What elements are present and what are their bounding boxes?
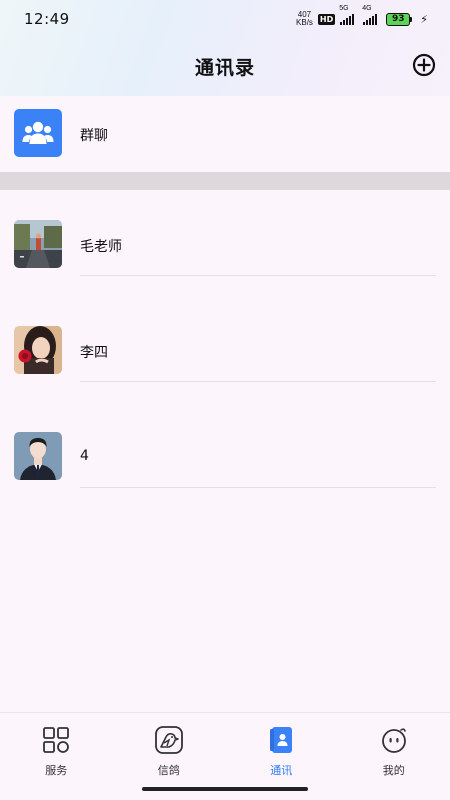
section-separator	[0, 172, 450, 190]
signal-5g-icon: 5G	[339, 5, 355, 25]
status-time: 12:49	[24, 10, 70, 28]
network-speed-unit: KB/s	[296, 18, 313, 27]
nav-label: 服务	[45, 764, 68, 777]
contact-row[interactable]: 李四	[0, 296, 450, 402]
man-in-suit-avatar	[14, 432, 62, 480]
grid-icon	[43, 727, 70, 753]
pigeon-icon	[154, 726, 183, 754]
signal-5g-label: 5G	[339, 4, 349, 12]
network-speed: 407 KB/s	[296, 11, 313, 27]
bolt-icon: ⚡	[420, 12, 428, 26]
title-bar: 通讯录	[0, 44, 450, 88]
hd-badge: HD	[317, 13, 336, 25]
nav-item-services[interactable]: 服务	[0, 713, 113, 784]
battery-icon: 93	[386, 12, 413, 26]
nav-item-contacts[interactable]: 通讯	[225, 713, 338, 784]
nav-label: 通讯	[270, 764, 293, 777]
contact-row[interactable]: 毛老师	[0, 190, 450, 296]
nav-label: 我的	[382, 764, 405, 777]
status-bar: 12:49 407 KB/s HD 5G 4G 93 ⚡	[0, 0, 450, 38]
bottom-nav: 服务 信鸽 通讯 我的	[0, 712, 450, 784]
group-icon	[14, 109, 62, 157]
page-title: 通讯录	[194, 56, 255, 79]
plus-circle-icon[interactable]	[412, 53, 436, 77]
group-chat-label: 群聊	[80, 128, 108, 144]
contacts-screen: 12:49 407 KB/s HD 5G 4G 93 ⚡ 通讯录 群聊 毛老师 …	[0, 0, 450, 800]
contact-name: 李四	[80, 345, 108, 361]
battery-level: 93	[386, 12, 411, 26]
row-divider	[80, 381, 436, 382]
status-indicators: 407 KB/s HD 5G 4G 93 ⚡	[296, 5, 428, 27]
contact-row[interactable]: 4	[0, 402, 450, 508]
street-photo-avatar	[14, 220, 62, 268]
row-divider	[80, 275, 436, 276]
home-indicator[interactable]	[142, 787, 308, 791]
signal-4g-label: 4G	[362, 4, 372, 12]
profile-face-icon	[381, 728, 406, 753]
contact-name: 毛老师	[80, 239, 122, 255]
signal-4g-icon: 4G	[362, 5, 378, 25]
contact-name: 4	[80, 448, 89, 464]
nav-label: 信鸽	[157, 764, 180, 777]
group-chat-row[interactable]: 群聊	[0, 96, 450, 172]
girl-with-rose-avatar	[14, 326, 62, 374]
row-divider	[80, 487, 436, 488]
contacts-book-icon	[270, 727, 293, 753]
nav-item-me[interactable]: 我的	[338, 713, 450, 784]
nav-item-pigeon[interactable]: 信鸽	[113, 713, 226, 784]
